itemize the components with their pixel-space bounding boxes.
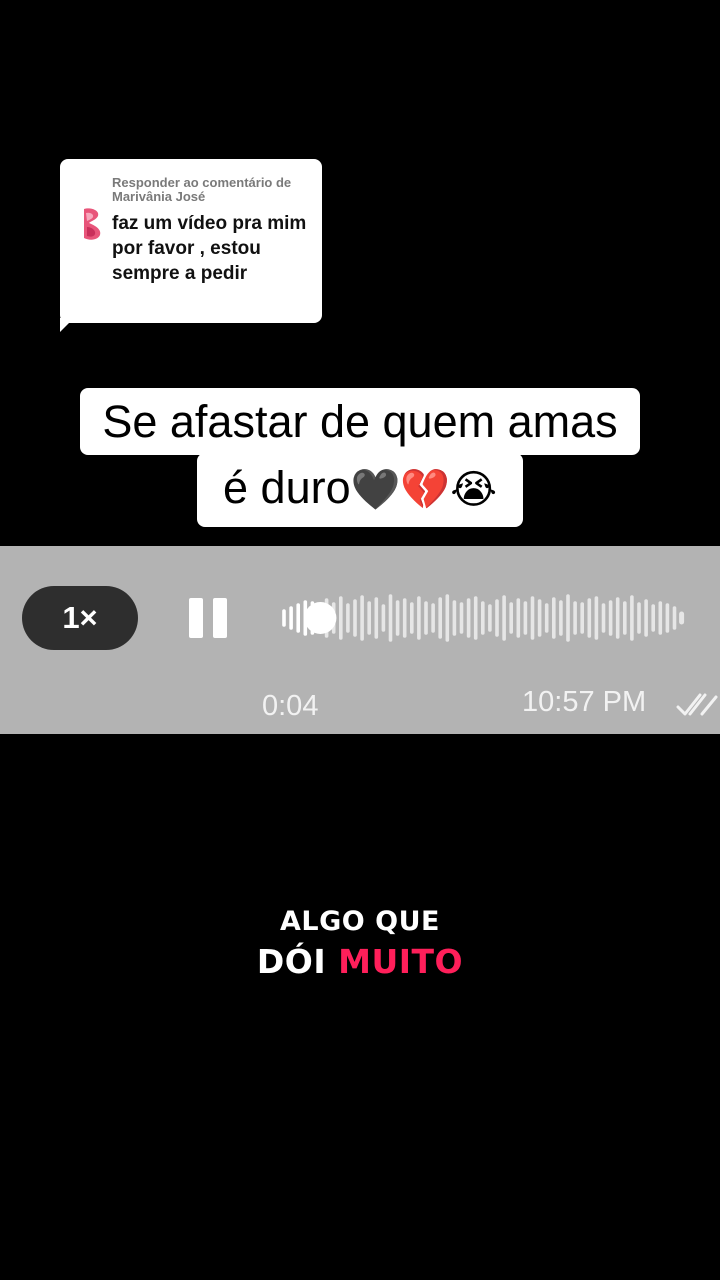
audio-waveform[interactable] (280, 586, 700, 650)
commenter-avatar (84, 208, 101, 240)
elapsed-time: 0:04 (262, 690, 319, 722)
caption-line-2: é duro🖤💔😭 (197, 453, 523, 527)
caption-line-1: Se afastar de quem amas (80, 388, 640, 455)
reply-comment-card[interactable]: Responder ao comentário de Marivânia Jos… (60, 159, 322, 323)
overlay-line-1: ALGO QUE (280, 906, 440, 937)
overlay-word-doi: DÓI (256, 942, 327, 981)
caption-emoji: 🖤💔😭 (350, 467, 497, 513)
double-check-icon (676, 693, 718, 716)
reply-card-tail (60, 318, 74, 332)
reply-header: Responder ao comentário de Marivânia Jos… (112, 175, 292, 204)
overlay-text: ALGO QUE DÓI MUITO (0, 904, 720, 984)
playback-scrubber-handle[interactable] (304, 602, 337, 634)
reply-comment-text: faz um vídeo pra mim por favor , estou s… (112, 213, 307, 284)
video-caption: Se afastar de quem amas é duro🖤💔😭 (0, 388, 720, 527)
voice-message: 1× 0:04 10:57 PM (0, 546, 720, 734)
caption-line-2-text: é duro (223, 462, 351, 513)
sent-time: 10:57 PM (522, 686, 647, 718)
overlay-line-2: DÓI MUITO (0, 940, 720, 984)
pause-icon[interactable] (186, 596, 230, 640)
playback-speed-button[interactable]: 1× (22, 586, 138, 650)
overlay-word-muito: MUITO (338, 942, 464, 981)
